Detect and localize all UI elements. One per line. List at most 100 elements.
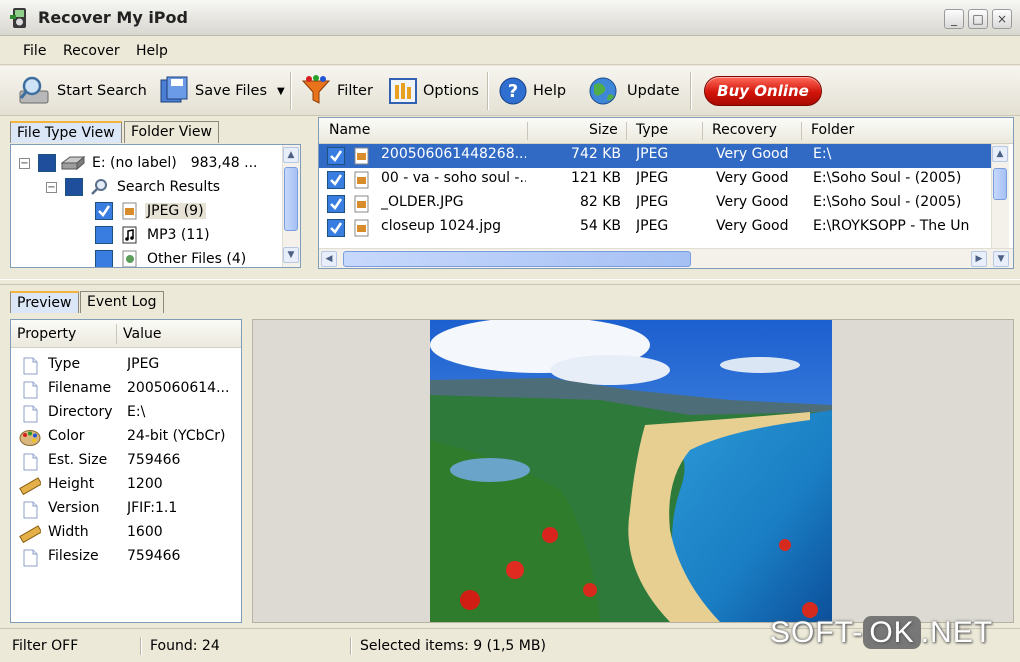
filter-label: Filter xyxy=(337,83,373,99)
file-row[interactable]: 00 - va - soho soul -... 121 KB JPEG Ver… xyxy=(319,168,991,192)
other-files-label: Other Files (4) xyxy=(147,251,247,267)
document-icon xyxy=(19,357,41,375)
column-header-property[interactable]: Property xyxy=(17,326,76,342)
menu-recover[interactable]: Recover xyxy=(63,43,120,59)
drive-label: E: (no label) xyxy=(92,155,177,171)
save-files-button[interactable]: Save Files ▼ xyxy=(158,75,285,107)
property-row[interactable]: Est. Size 759466 xyxy=(11,450,241,474)
list-vertical-scrollbar[interactable]: ▲ xyxy=(991,144,1009,248)
tree-vertical-scrollbar[interactable]: ▲ ▼ xyxy=(282,145,300,267)
other-files-icon xyxy=(122,250,137,267)
start-search-button[interactable]: Start Search xyxy=(18,75,147,107)
file-type-tree: − E: (no label) 983,48 ... − Search Resu… xyxy=(10,144,301,268)
tab-preview[interactable]: Preview xyxy=(10,291,79,313)
scroll-right-icon[interactable]: ▶ xyxy=(971,251,987,267)
property-row[interactable]: Height 1200 xyxy=(11,474,241,498)
save-files-icon xyxy=(160,76,188,103)
file-list: Name Size Type Recovery Folder 200506061… xyxy=(318,117,1014,269)
checked-checkbox-icon[interactable] xyxy=(327,195,345,213)
collapse-icon[interactable]: − xyxy=(46,181,57,193)
file-folder: E:\ xyxy=(813,146,832,162)
help-button[interactable]: ? Help xyxy=(498,75,566,107)
checked-checkbox-icon[interactable] xyxy=(95,202,113,220)
update-button[interactable]: Update xyxy=(586,75,680,107)
checked-checkbox-icon[interactable] xyxy=(327,171,345,189)
checkbox[interactable] xyxy=(95,250,113,267)
checked-checkbox-icon[interactable] xyxy=(327,147,345,165)
scroll-down-icon[interactable]: ▼ xyxy=(993,251,1009,267)
checkbox[interactable] xyxy=(65,178,83,196)
file-type: JPEG xyxy=(636,170,669,186)
status-found: Found: 24 xyxy=(150,638,220,654)
column-divider[interactable] xyxy=(626,122,627,140)
ruler-icon xyxy=(19,525,43,544)
tree-item-mp3[interactable]: MP3 (11) xyxy=(95,223,210,247)
property-row[interactable]: Filesize 759466 xyxy=(11,546,241,570)
property-value: 1600 xyxy=(127,524,163,540)
column-header-folder[interactable]: Folder xyxy=(811,122,854,138)
tree-item-other-files[interactable]: Other Files (4) xyxy=(95,247,247,267)
drive-size: 983,48 ... xyxy=(190,155,258,171)
column-divider[interactable] xyxy=(702,122,703,140)
file-recovery: Very Good xyxy=(716,194,789,210)
scroll-up-icon[interactable]: ▲ xyxy=(992,146,1008,162)
panel-splitter[interactable] xyxy=(0,279,1020,285)
file-folder: E:\Soho Soul - (2005) xyxy=(813,194,962,210)
column-divider[interactable] xyxy=(116,324,117,344)
collapse-icon[interactable]: − xyxy=(19,157,30,169)
menu-help[interactable]: Help xyxy=(136,43,168,59)
help-question-icon: ? xyxy=(499,77,527,105)
tab-file-type-view[interactable]: File Type View xyxy=(10,121,122,143)
checkbox[interactable] xyxy=(38,154,56,172)
tree-item-jpeg[interactable]: JPEG (9) xyxy=(95,199,206,223)
file-row[interactable]: _OLDER.JPG 82 KB JPEG Very Good E:\Soho … xyxy=(319,192,991,216)
property-row[interactable]: Directory E:\ xyxy=(11,402,241,426)
scroll-left-icon[interactable]: ◀ xyxy=(321,251,337,267)
tree-item-search-results[interactable]: − Search Results xyxy=(46,175,220,199)
column-divider[interactable] xyxy=(527,122,528,140)
scroll-thumb[interactable] xyxy=(993,168,1007,200)
maximize-button[interactable]: □ xyxy=(968,9,988,29)
minimize-button[interactable]: _ xyxy=(944,9,964,29)
property-row[interactable]: Color 24-bit (YCbCr) xyxy=(11,426,241,450)
file-recovery: Very Good xyxy=(716,218,789,234)
column-header-recovery[interactable]: Recovery xyxy=(712,122,777,138)
options-button[interactable]: Options xyxy=(388,75,479,107)
scroll-down-icon[interactable]: ▼ xyxy=(283,247,299,263)
property-row[interactable]: Version JFIF:1.1 xyxy=(11,498,241,522)
tree-item-drive[interactable]: − E: (no label) 983,48 ... xyxy=(19,151,257,175)
column-header-size[interactable]: Size xyxy=(589,122,618,138)
menu-bar: File Recover Help xyxy=(0,37,1020,65)
file-row[interactable]: 200506061448268... 742 KB JPEG Very Good… xyxy=(319,144,991,168)
scroll-up-icon[interactable]: ▲ xyxy=(283,147,299,163)
scroll-thumb[interactable] xyxy=(284,167,298,231)
filter-button[interactable]: Filter xyxy=(300,75,373,107)
property-value: 2005060614... xyxy=(127,380,230,396)
image-file-icon xyxy=(122,202,137,220)
checkbox[interactable] xyxy=(95,226,113,244)
tab-folder-view[interactable]: Folder View xyxy=(124,121,219,143)
dropdown-arrow-icon[interactable]: ▼ xyxy=(277,86,285,97)
column-divider[interactable] xyxy=(801,122,802,140)
file-row[interactable]: closeup 1024.jpg 54 KB JPEG Very Good E:… xyxy=(319,216,991,240)
file-size: 742 KB xyxy=(571,146,621,162)
column-header-type[interactable]: Type xyxy=(636,122,668,138)
file-type: JPEG xyxy=(636,218,669,234)
close-button[interactable]: × xyxy=(992,9,1012,29)
update-globe-icon xyxy=(589,77,617,105)
file-folder: E:\Soho Soul - (2005) xyxy=(813,170,962,186)
property-row[interactable]: Width 1600 xyxy=(11,522,241,546)
drive-icon xyxy=(60,155,86,171)
property-row[interactable]: Type JPEG xyxy=(11,354,241,378)
column-header-value[interactable]: Value xyxy=(123,326,161,342)
status-divider xyxy=(140,637,142,655)
list-horizontal-scrollbar[interactable]: ◀ ▶ ▼ xyxy=(319,248,1013,268)
menu-file[interactable]: File xyxy=(23,43,46,59)
image-file-icon xyxy=(354,147,369,165)
tab-event-log[interactable]: Event Log xyxy=(80,291,164,313)
property-row[interactable]: Filename 2005060614... xyxy=(11,378,241,402)
scroll-thumb[interactable] xyxy=(343,251,691,267)
column-header-name[interactable]: Name xyxy=(329,122,370,138)
buy-online-button[interactable]: Buy Online xyxy=(704,76,822,106)
checked-checkbox-icon[interactable] xyxy=(327,219,345,237)
